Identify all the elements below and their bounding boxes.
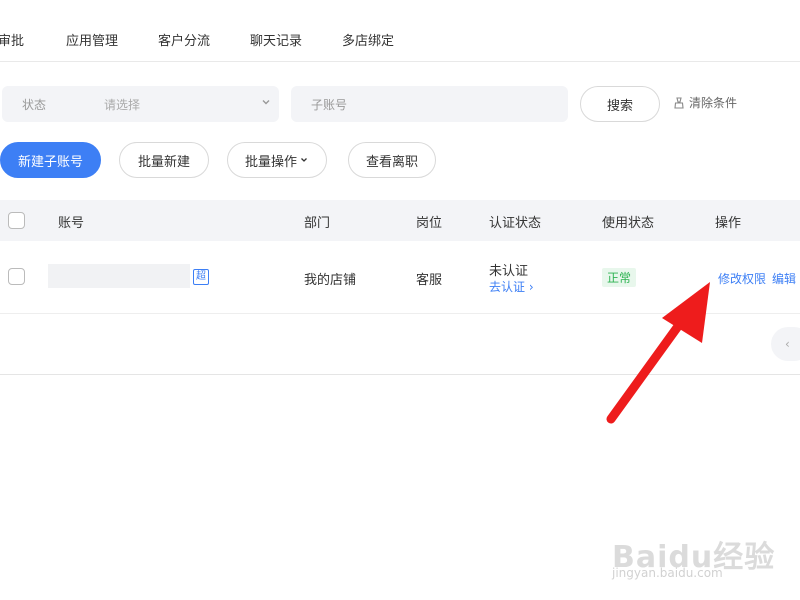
- chevron-down-icon: [301, 158, 307, 162]
- modify-permissions-link[interactable]: 修改权限: [718, 270, 766, 287]
- section-divider: [0, 374, 800, 375]
- baidu-jingyan-watermark: Baidu经验 jingyan.baidu.com: [612, 512, 782, 587]
- status-select[interactable]: 状态 请选择: [2, 86, 279, 122]
- edit-link[interactable]: 编辑: [772, 270, 796, 287]
- tab-multi-store-binding[interactable]: 多店绑定: [342, 30, 394, 49]
- tab-app-management[interactable]: 应用管理: [66, 30, 118, 49]
- sub-account-placeholder: 子账号: [311, 98, 348, 112]
- tab-customer-routing[interactable]: 客户分流: [158, 30, 210, 49]
- account-name-redacted: [48, 264, 190, 288]
- header-auth-status: 认证状态: [489, 216, 542, 231]
- chevron-left-icon: ‹: [785, 337, 790, 351]
- header-position: 岗位: [416, 216, 443, 231]
- broom-icon: [674, 96, 684, 109]
- select-all-checkbox[interactable]: [8, 212, 25, 229]
- header-account: 账号: [58, 216, 85, 231]
- top-nav: 审批 应用管理 客户分流 聊天记录 多店绑定: [0, 0, 800, 62]
- super-admin-badge: 超: [193, 269, 209, 285]
- new-sub-account-button[interactable]: 新建子账号: [0, 142, 101, 178]
- status-select-placeholder: 请选择: [104, 98, 141, 112]
- view-departed-button[interactable]: 查看离职: [348, 142, 436, 178]
- search-button[interactable]: 搜索: [580, 86, 660, 122]
- row-checkbox[interactable]: [8, 268, 25, 285]
- sub-account-input[interactable]: 子账号: [291, 86, 568, 122]
- pagination-prev-button[interactable]: ‹: [771, 327, 800, 361]
- status-select-label: 状态: [22, 98, 47, 112]
- chevron-right-icon: ›: [528, 280, 534, 294]
- table-header: 账号 部门 岗位 认证状态 使用状态 操作: [0, 200, 800, 241]
- batch-create-button[interactable]: 批量新建: [119, 142, 209, 178]
- header-department: 部门: [304, 216, 331, 231]
- header-actions: 操作: [715, 216, 742, 231]
- department-cell: 我的店铺: [304, 273, 357, 288]
- go-verify-label: 去认证: [489, 280, 526, 294]
- header-use-status: 使用状态: [602, 216, 655, 231]
- watermark-url: jingyan.baidu.com: [612, 566, 723, 580]
- auth-status-cell: 未认证: [489, 264, 529, 279]
- batch-operations-button[interactable]: 批量操作: [227, 142, 327, 178]
- go-verify-link[interactable]: 去认证 ›: [489, 278, 534, 295]
- position-cell: 客服: [416, 273, 443, 288]
- batch-operations-label: 批量操作: [244, 154, 297, 170]
- table-row: 超 我的店铺 客服 未认证 去认证 › 正常 修改权限 编辑: [0, 241, 800, 314]
- clear-conditions-label: 清除条件: [689, 96, 738, 110]
- use-status-badge: 正常: [602, 268, 637, 287]
- chevron-down-icon: [262, 100, 270, 105]
- clear-conditions-button[interactable]: 清除条件: [672, 94, 737, 111]
- tab-chat-records[interactable]: 聊天记录: [250, 30, 302, 49]
- tab-approval[interactable]: 审批: [0, 30, 24, 49]
